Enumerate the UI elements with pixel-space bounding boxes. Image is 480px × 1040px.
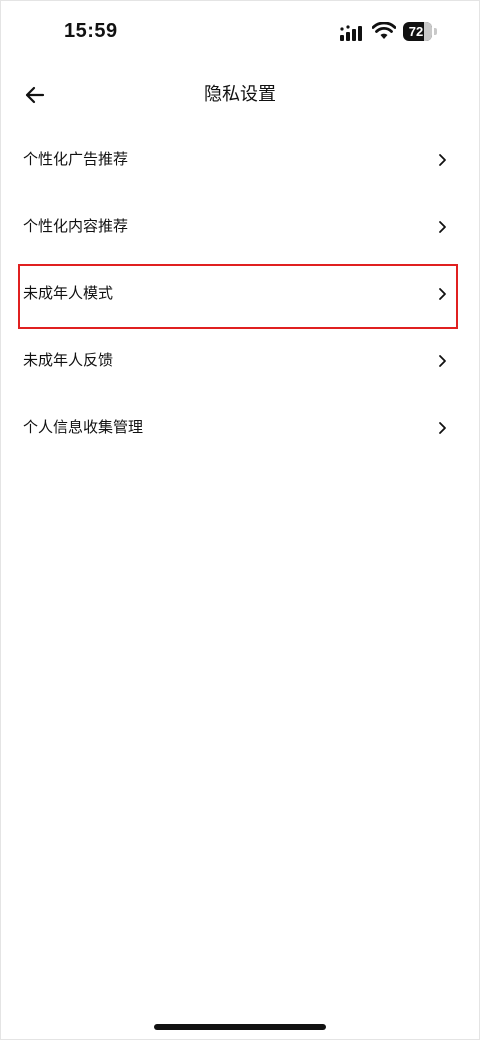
menu-item-label: 未成年人模式 <box>23 284 114 302</box>
battery-icon: 72 <box>403 22 439 41</box>
arrow-left-icon[interactable] <box>18 78 52 112</box>
menu-item-label: 个性化广告推荐 <box>23 150 129 168</box>
chevron-right-icon <box>439 288 446 300</box>
privacy-menu-list: 个性化广告推荐 个性化内容推荐 未成年人模式 未成年人反馈 个人信息收集管理 <box>0 126 480 461</box>
menu-item-personalized-ads[interactable]: 个性化广告推荐 <box>0 126 480 193</box>
menu-item-label: 个性化内容推荐 <box>23 217 129 235</box>
page-title: 隐私设置 <box>204 84 276 105</box>
chevron-right-icon <box>439 154 446 166</box>
home-indicator[interactable] <box>154 1024 326 1030</box>
menu-item-minor-mode[interactable]: 未成年人模式 <box>0 260 480 327</box>
header: 隐私设置 <box>0 64 480 126</box>
chevron-right-icon <box>439 422 446 434</box>
chevron-right-icon <box>439 221 446 233</box>
battery-level: 72 <box>408 24 424 39</box>
battery-body: 72 <box>403 22 432 41</box>
status-bar: 15:59 72 <box>0 0 480 64</box>
menu-item-personalized-content[interactable]: 个性化内容推荐 <box>0 193 480 260</box>
status-time: 15:59 <box>64 20 118 42</box>
battery-cap <box>434 28 437 35</box>
signal-icon <box>340 25 362 41</box>
menu-item-label: 个人信息收集管理 <box>23 418 144 436</box>
menu-item-minor-feedback[interactable]: 未成年人反馈 <box>0 327 480 394</box>
chevron-right-icon <box>439 355 446 367</box>
wifi-icon <box>372 22 396 39</box>
menu-item-label: 未成年人反馈 <box>23 351 114 369</box>
menu-item-personal-info-collection[interactable]: 个人信息收集管理 <box>0 394 480 461</box>
